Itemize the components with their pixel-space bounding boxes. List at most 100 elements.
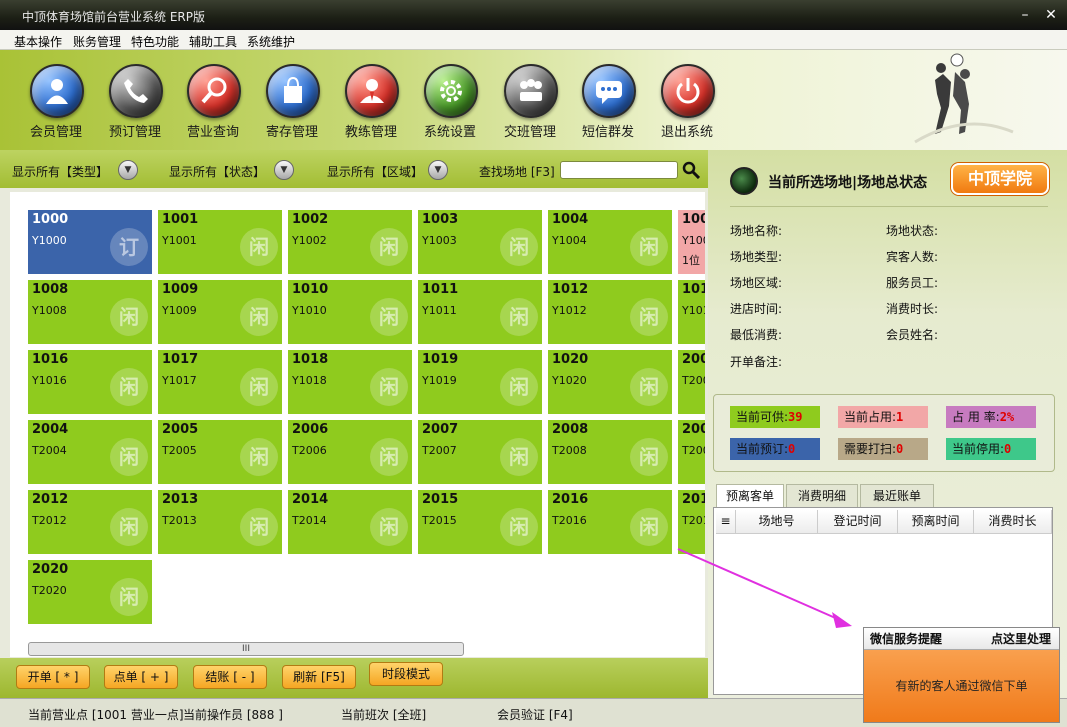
venue-tile[interactable]: 200 T200 (678, 350, 705, 414)
venue-status-badge-icon: 闲 (370, 368, 408, 406)
handover-button[interactable]: 交班管理 (492, 58, 568, 146)
wechat-notification[interactable]: 微信服务提醒 点这里处理 有新的客人通过微信下单 (863, 627, 1060, 723)
menu-accounts[interactable]: 账务管理 (73, 33, 121, 50)
time-mode-button[interactable]: 时段模式 (369, 662, 443, 686)
column-departure-time[interactable]: 预离时间 (898, 510, 974, 534)
search-input[interactable] (560, 161, 678, 179)
venue-tile[interactable]: 1001 Y1001 闲 (158, 210, 282, 274)
tab-recent-bills[interactable]: 最近账单 (860, 484, 934, 508)
menu-features[interactable]: 特色功能 (131, 33, 179, 50)
venue-code: T201 (682, 514, 705, 527)
venue-tile[interactable]: 1003 Y1003 闲 (418, 210, 542, 274)
venue-number: 1017 (162, 352, 199, 367)
tab-consumption-details[interactable]: 消费明细 (786, 484, 858, 508)
exit-button[interactable]: 退出系统 (649, 58, 725, 146)
wechat-header: 微信服务提醒 点这里处理 (864, 628, 1059, 650)
venue-tile[interactable]: 2014 T2014 闲 (288, 490, 412, 554)
venue-tile[interactable]: 2005 T2005 闲 (158, 420, 282, 484)
checkout-button[interactable]: 结账 [ - ] (193, 665, 267, 689)
venue-tile[interactable]: 1000 Y1000 订 (28, 210, 152, 274)
venue-code: Y1017 (162, 374, 197, 387)
area-filter-label[interactable]: 显示所有【区域】 (327, 163, 423, 180)
venue-number: 2016 (552, 492, 589, 507)
wechat-message[interactable]: 有新的客人通过微信下单 (864, 650, 1059, 722)
venue-code: Y1002 (292, 234, 327, 247)
venue-tile[interactable]: 1002 Y1002 闲 (288, 210, 412, 274)
venue-tile[interactable]: 1018 Y1018 闲 (288, 350, 412, 414)
venue-tile[interactable]: 100 Y100 1位 (678, 210, 705, 274)
venue-tile[interactable]: 1010 Y1010 闲 (288, 280, 412, 344)
storage-button[interactable]: 寄存管理 (254, 58, 330, 146)
venue-tile[interactable]: 2016 T2016 闲 (548, 490, 672, 554)
venue-tile[interactable]: 101 Y101 (678, 280, 705, 344)
venue-number: 1008 (32, 282, 69, 297)
search-icon[interactable] (682, 161, 700, 179)
venue-tile[interactable]: 1020 Y1020 闲 (548, 350, 672, 414)
tab-departure-orders[interactable]: 预离客单 (716, 484, 784, 508)
coach-label: 教练管理 (344, 125, 397, 140)
open-order-button[interactable]: 开单 [ * ] (16, 665, 90, 689)
panel-title: 当前所选场地|场地总状态 (768, 175, 928, 191)
status-member-verify[interactable]: 会员验证 [F4] (497, 706, 573, 723)
venue-tile[interactable]: 1016 Y1016 闲 (28, 350, 152, 414)
chevron-down-icon[interactable]: ▼ (428, 160, 448, 180)
venue-code: T200 (682, 444, 705, 457)
chevron-down-icon[interactable]: ▼ (274, 160, 294, 180)
venue-number: 2020 (32, 562, 69, 577)
type-filter-label[interactable]: 显示所有【类型】 (12, 163, 108, 180)
venue-number: 1010 (292, 282, 329, 297)
venue-tile[interactable]: 1004 Y1004 闲 (548, 210, 672, 274)
booking-button[interactable]: 预订管理 (97, 58, 173, 146)
menu-maintenance[interactable]: 系统维护 (247, 33, 295, 50)
venue-tile[interactable]: 201 T201 (678, 490, 705, 554)
venue-type-label: 场地类型: (730, 250, 783, 264)
venue-tile[interactable]: 1012 Y1012 闲 (548, 280, 672, 344)
venue-tile[interactable]: 2015 T2015 闲 (418, 490, 542, 554)
chevron-down-icon[interactable]: ▼ (118, 160, 138, 180)
menu-basic[interactable]: 基本操作 (14, 33, 62, 50)
settings-button[interactable]: 系统设置 (412, 58, 488, 146)
venue-tile[interactable]: 1008 Y1008 闲 (28, 280, 152, 344)
venue-code: T2006 (292, 444, 327, 457)
venue-tile[interactable]: 1019 Y1019 闲 (418, 350, 542, 414)
coach-button[interactable]: 教练管理 (333, 58, 409, 146)
venue-number: 1004 (552, 212, 589, 227)
refresh-button[interactable]: 刷新 [F5] (282, 665, 356, 689)
venue-code: T2004 (32, 444, 67, 457)
column-register-time[interactable]: 登记时间 (818, 510, 898, 534)
venue-tile[interactable]: 1009 Y1009 闲 (158, 280, 282, 344)
add-item-button[interactable]: 点单 [ + ] (104, 665, 178, 689)
column-venue-no[interactable]: 场地号 (736, 510, 818, 534)
close-icon[interactable]: ✕ (1042, 6, 1060, 24)
minimize-icon[interactable]: – (1016, 6, 1034, 24)
stat-occupied-value: 1 (896, 410, 904, 424)
venue-tile[interactable]: 2012 T2012 闲 (28, 490, 152, 554)
venue-tile[interactable]: 1017 Y1017 闲 (158, 350, 282, 414)
venue-tile[interactable]: 2008 T2008 闲 (548, 420, 672, 484)
sms-button[interactable]: 短信群发 (570, 58, 646, 146)
horizontal-scrollbar[interactable]: III (28, 642, 464, 656)
stat-booked: 当前预订:0 (730, 438, 820, 460)
checkin-time-label: 进店时间: (730, 302, 783, 316)
column-duration[interactable]: 消费时长 (974, 510, 1052, 534)
venue-tile[interactable]: 2013 T2013 闲 (158, 490, 282, 554)
venue-tile[interactable]: 200 T200 (678, 420, 705, 484)
status-filter-label[interactable]: 显示所有【状态】 (169, 163, 265, 180)
venue-tile[interactable]: 2006 T2006 闲 (288, 420, 412, 484)
venue-tile[interactable]: 2004 T2004 闲 (28, 420, 152, 484)
venue-tile[interactable]: 1011 Y1011 闲 (418, 280, 542, 344)
venue-tile[interactable]: 2020 T2020 闲 (28, 560, 152, 624)
wechat-action-link[interactable]: 点这里处理 (991, 628, 1051, 650)
min-spend-label: 最低消费: (730, 328, 783, 342)
message-icon (582, 64, 636, 118)
status-business-point: 当前营业点 [1001 营业一点] (28, 708, 184, 722)
stat-occupied: 当前占用:1 (838, 406, 928, 428)
menu-tools[interactable]: 辅助工具 (189, 33, 237, 50)
venue-tile[interactable]: 2007 T2007 闲 (418, 420, 542, 484)
venue-code: T2015 (422, 514, 457, 527)
query-button[interactable]: 营业查询 (175, 58, 251, 146)
list-menu-icon[interactable]: ≡ (716, 510, 736, 534)
member-button[interactable]: 会员管理 (18, 58, 94, 146)
venue-number: 2007 (422, 422, 459, 437)
academy-logo[interactable]: 中顶学院 (951, 163, 1049, 195)
